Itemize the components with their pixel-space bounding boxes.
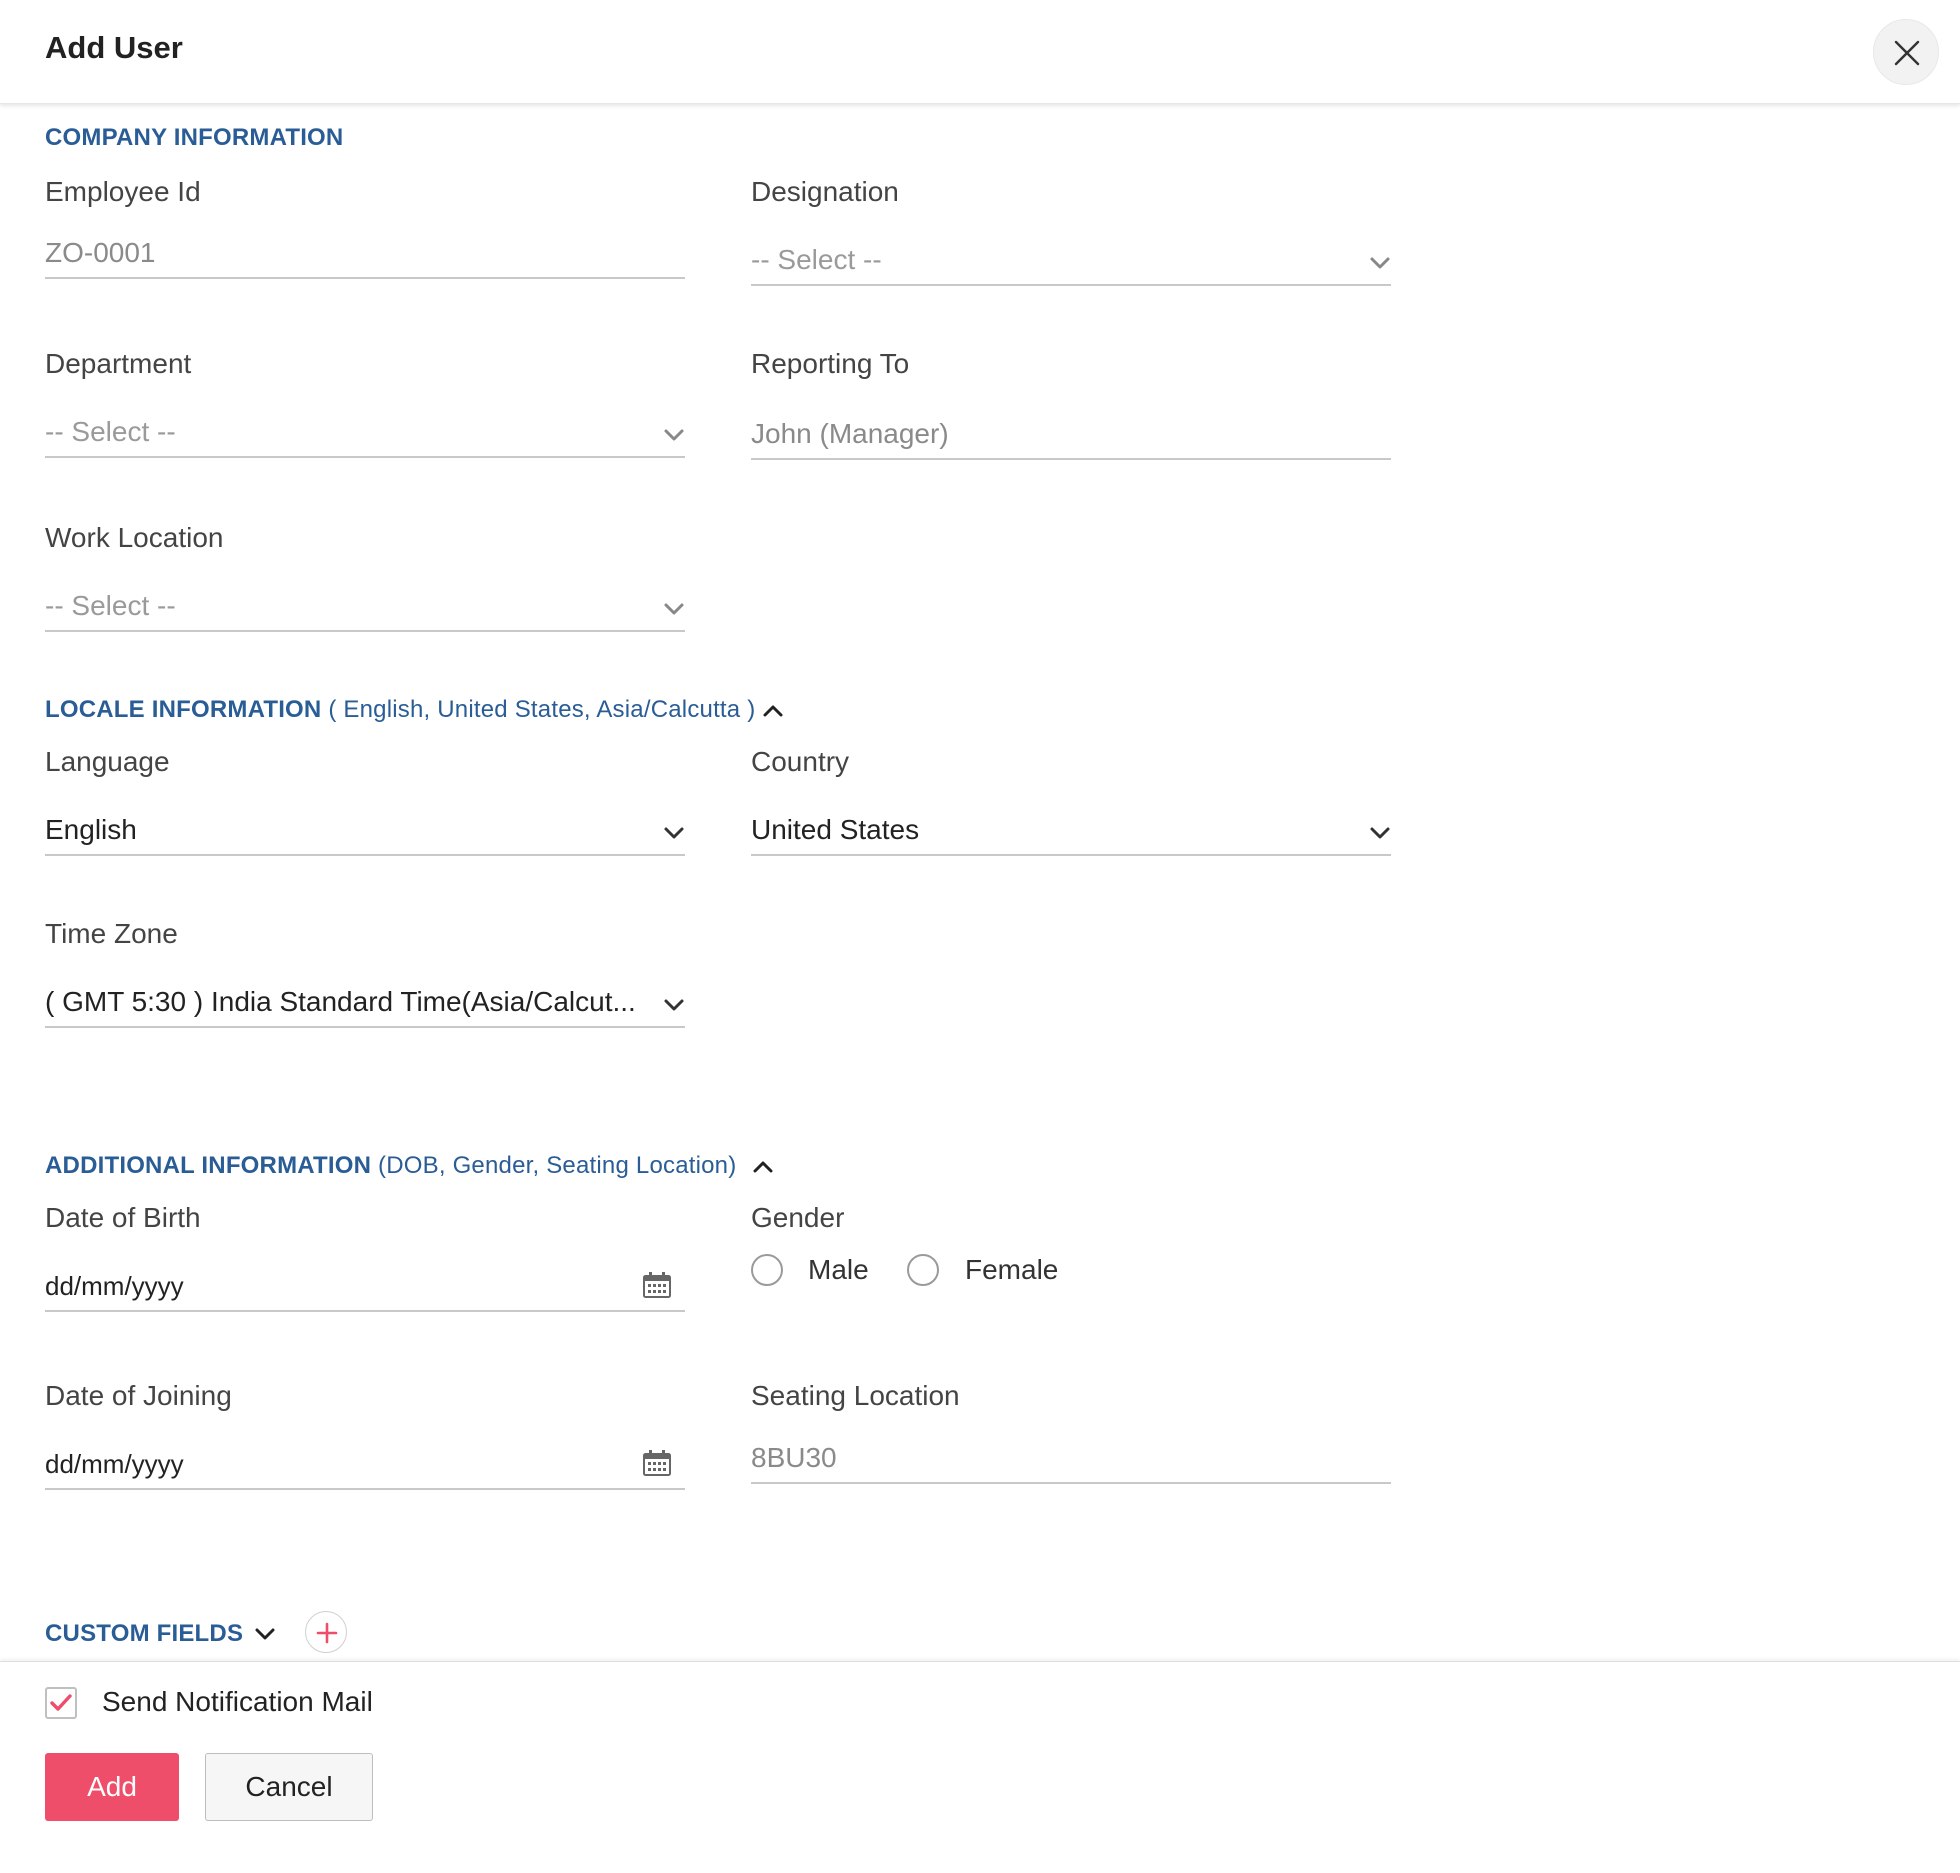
modal-title: Add User	[45, 30, 183, 65]
dob-label: Date of Birth	[45, 1202, 201, 1233]
chevron-down-icon[interactable]	[254, 1627, 276, 1643]
work-location-select[interactable]: -- Select --	[45, 584, 685, 632]
doj-label: Date of Joining	[45, 1380, 232, 1411]
employee-id-label: Employee Id	[45, 176, 201, 207]
send-notification-label[interactable]: Send Notification Mail	[102, 1686, 373, 1718]
department-select[interactable]: -- Select --	[45, 410, 685, 458]
section-title-additional: ADDITIONAL INFORMATION (DOB, Gender, Sea…	[45, 1152, 736, 1180]
seating-field[interactable]: 8BU30	[751, 1436, 1391, 1484]
chevron-down-icon	[1370, 257, 1390, 269]
gender-female-label[interactable]: Female	[965, 1254, 1058, 1286]
chevron-down-icon	[664, 999, 684, 1011]
department-label: Department	[45, 348, 192, 379]
seating-value: 8BU30	[751, 1442, 837, 1473]
gender-male-label[interactable]: Male	[808, 1254, 869, 1286]
reporting-to-value: John (Manager)	[751, 418, 949, 449]
seating-label: Seating Location	[751, 1380, 960, 1411]
plus-icon	[316, 1622, 338, 1644]
gender-male-radio[interactable]	[751, 1254, 783, 1286]
close-icon	[1894, 40, 1920, 66]
locale-title: LOCALE INFORMATION	[45, 696, 322, 723]
additional-title: ADDITIONAL INFORMATION	[45, 1152, 372, 1179]
add-button[interactable]: Add	[45, 1753, 179, 1821]
reporting-to-field[interactable]: John (Manager)	[751, 412, 1391, 460]
cancel-button[interactable]: Cancel	[205, 1753, 373, 1821]
dob-value: dd/mm/yyyy	[45, 1271, 184, 1301]
chevron-down-icon	[664, 603, 684, 615]
calendar-icon[interactable]	[643, 1272, 671, 1298]
chevron-up-icon[interactable]	[762, 702, 784, 718]
country-value: United States	[751, 814, 920, 845]
reporting-to-label: Reporting To	[751, 348, 910, 379]
language-select[interactable]: English	[45, 808, 685, 856]
designation-select[interactable]: -- Select --	[751, 238, 1391, 286]
designation-label: Designation	[751, 176, 899, 207]
chevron-up-icon[interactable]	[752, 1158, 774, 1174]
time-zone-label: Time Zone	[45, 918, 178, 949]
calendar-icon[interactable]	[643, 1450, 671, 1476]
chevron-down-icon	[1370, 827, 1390, 839]
section-title-locale: LOCALE INFORMATION ( English, United Sta…	[45, 696, 755, 724]
close-button[interactable]	[1873, 19, 1939, 85]
chevron-down-icon	[664, 827, 684, 839]
work-location-label: Work Location	[45, 522, 224, 553]
checkmark-icon	[50, 1694, 72, 1711]
additional-summary: (DOB, Gender, Seating Location)	[378, 1152, 737, 1179]
doj-value: dd/mm/yyyy	[45, 1449, 184, 1479]
department-value: -- Select --	[45, 416, 176, 447]
section-title-custom-fields[interactable]: CUSTOM FIELDS	[45, 1620, 243, 1648]
chevron-down-icon	[664, 429, 684, 441]
designation-value: -- Select --	[751, 244, 882, 275]
country-label: Country	[751, 746, 850, 777]
language-label: Language	[45, 746, 170, 777]
gender-label: Gender	[751, 1202, 845, 1233]
employee-id-field[interactable]: ZO-0001	[45, 231, 685, 279]
section-title-company: COMPANY INFORMATION	[45, 124, 344, 151]
gender-female-radio[interactable]	[907, 1254, 939, 1286]
time-zone-value: ( GMT 5:30 ) India Standard Time(Asia/Ca…	[45, 986, 636, 1017]
employee-id-value: ZO-0001	[45, 237, 156, 268]
modal-header: Add User	[0, 0, 1960, 104]
locale-summary: ( English, United States, Asia/Calcutta …	[328, 696, 756, 723]
time-zone-select[interactable]: ( GMT 5:30 ) India Standard Time(Asia/Ca…	[45, 980, 685, 1028]
language-value: English	[45, 814, 137, 845]
add-custom-field-button[interactable]	[305, 1611, 347, 1653]
send-notification-checkbox[interactable]	[45, 1687, 77, 1719]
dob-date-input[interactable]: dd/mm/yyyy	[45, 1264, 685, 1312]
doj-date-input[interactable]: dd/mm/yyyy	[45, 1442, 685, 1490]
country-select[interactable]: United States	[751, 808, 1391, 856]
work-location-value: -- Select --	[45, 590, 176, 621]
